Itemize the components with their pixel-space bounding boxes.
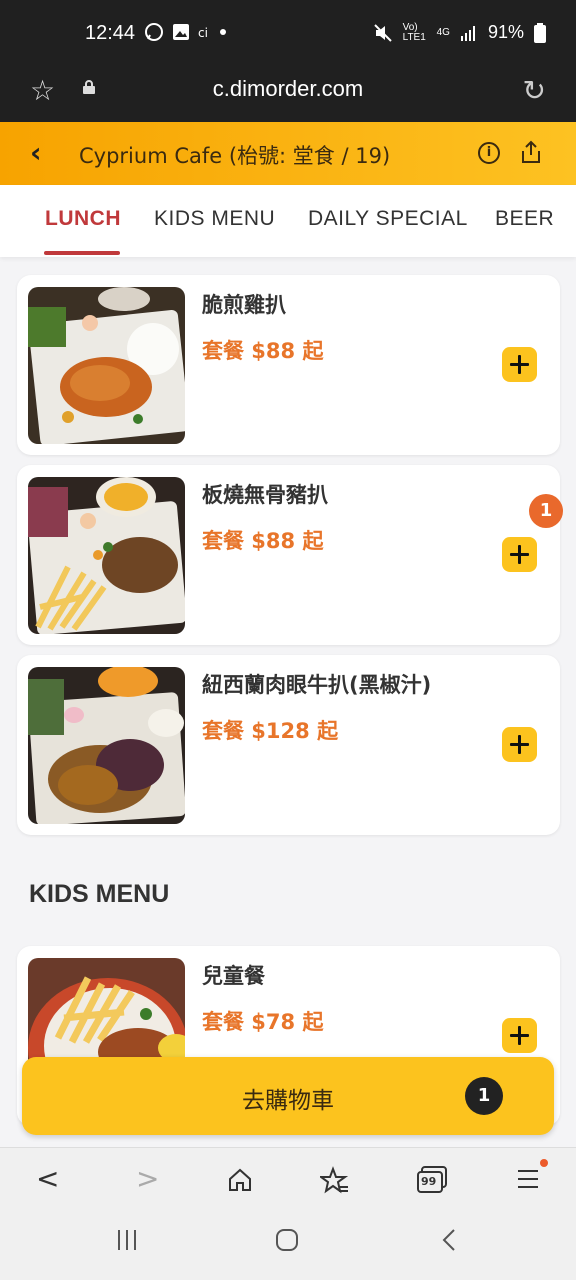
menu-icon[interactable] [516,1168,540,1190]
plus-icon[interactable] [502,727,537,762]
dish-name: 板燒無骨豬扒 [202,483,328,507]
reload-icon[interactable]: ↻ [523,74,546,107]
menu-item-card[interactable]: 紐西蘭肉眼牛扒(黑椒汁) 套餐 $128 起 [17,655,560,835]
restaurant-title: Cyprium Cafe (枱號: 堂食 / 19) [79,144,391,168]
active-tab-indicator [44,251,120,255]
forward-icon[interactable]: > [136,1162,159,1195]
plus-icon[interactable] [502,1018,537,1053]
tab-lunch[interactable]: LUNCH [45,207,121,231]
tab-beer[interactable]: BEER [495,207,554,231]
system-navigation [0,1212,576,1280]
app-notification-icon: ci [198,26,208,40]
recent-apps-icon[interactable] [116,1228,138,1252]
gallery-icon [173,24,189,40]
tab-daily-special[interactable]: DAILY SPECIAL [308,207,468,231]
dish-name: 紐西蘭肉眼牛扒(黑椒汁) [202,673,432,697]
tabs-icon[interactable]: 99 [416,1166,448,1194]
go-to-cart-button[interactable]: 去購物車 1 [22,1057,554,1135]
dish-photo [28,287,185,444]
dish-name: 兒童餐 [202,964,265,988]
volte-indicator: Vo) LTE1 [402,21,426,43]
system-back-icon[interactable] [441,1228,457,1252]
plus-icon[interactable] [502,347,537,382]
menu-notification-dot [540,1159,548,1167]
tab-count: 99 [421,1175,437,1188]
network-type: 4G [436,27,450,38]
battery-icon [534,22,546,43]
browser-url-bar: ☆ c.dimorder.com ↻ [0,64,576,122]
status-bar: 12:44 ci Vo) LTE1 4G 91% [0,0,576,64]
battery-percent: 91% [487,22,524,42]
cart-count-badge: 1 [465,1077,503,1115]
tab-kids-menu[interactable]: KIDS MENU [154,207,275,231]
dish-price: 套餐 $88 起 [202,339,324,363]
home-icon[interactable] [226,1166,254,1194]
item-quantity-badge: 1 [529,494,563,528]
bookmarks-icon[interactable] [320,1166,350,1196]
dish-photo [28,477,185,634]
notification-icons: ci [144,22,226,42]
info-icon[interactable]: i [478,142,500,164]
svg-text:ci: ci [198,26,208,40]
more-notifications-dot [220,29,226,35]
plus-icon[interactable] [502,537,537,572]
back-icon[interactable]: < [36,1162,59,1195]
whatsapp-icon [145,23,163,41]
url-text[interactable]: c.dimorder.com [0,76,576,102]
section-title-kids-menu: KIDS MENU [29,880,170,908]
restaurant-header: ‹ Cyprium Cafe (枱號: 堂食 / 19) i [0,122,576,185]
mute-icon [373,23,392,42]
dish-price: 套餐 $128 起 [202,719,339,743]
category-tabs: LUNCH KIDS MENU DAILY SPECIAL BEER [0,185,576,257]
dish-price: 套餐 $88 起 [202,529,324,553]
dish-price: 套餐 $78 起 [202,1010,324,1034]
signal-icon [460,25,475,41]
dish-photo [28,667,185,824]
system-status-icons: Vo) LTE1 4G 91% [373,22,546,43]
menu-item-card[interactable]: 板燒無骨豬扒 套餐 $88 起 [17,465,560,645]
share-icon[interactable] [520,140,542,164]
dish-name: 脆煎雞扒 [202,293,286,317]
menu-item-card[interactable]: 脆煎雞扒 套餐 $88 起 [17,275,560,455]
chevron-left-icon[interactable]: ‹ [30,136,42,169]
home-button-icon[interactable] [275,1228,299,1252]
status-time: 12:44 [85,22,136,44]
browser-toolbar: < > 99 [0,1147,576,1212]
